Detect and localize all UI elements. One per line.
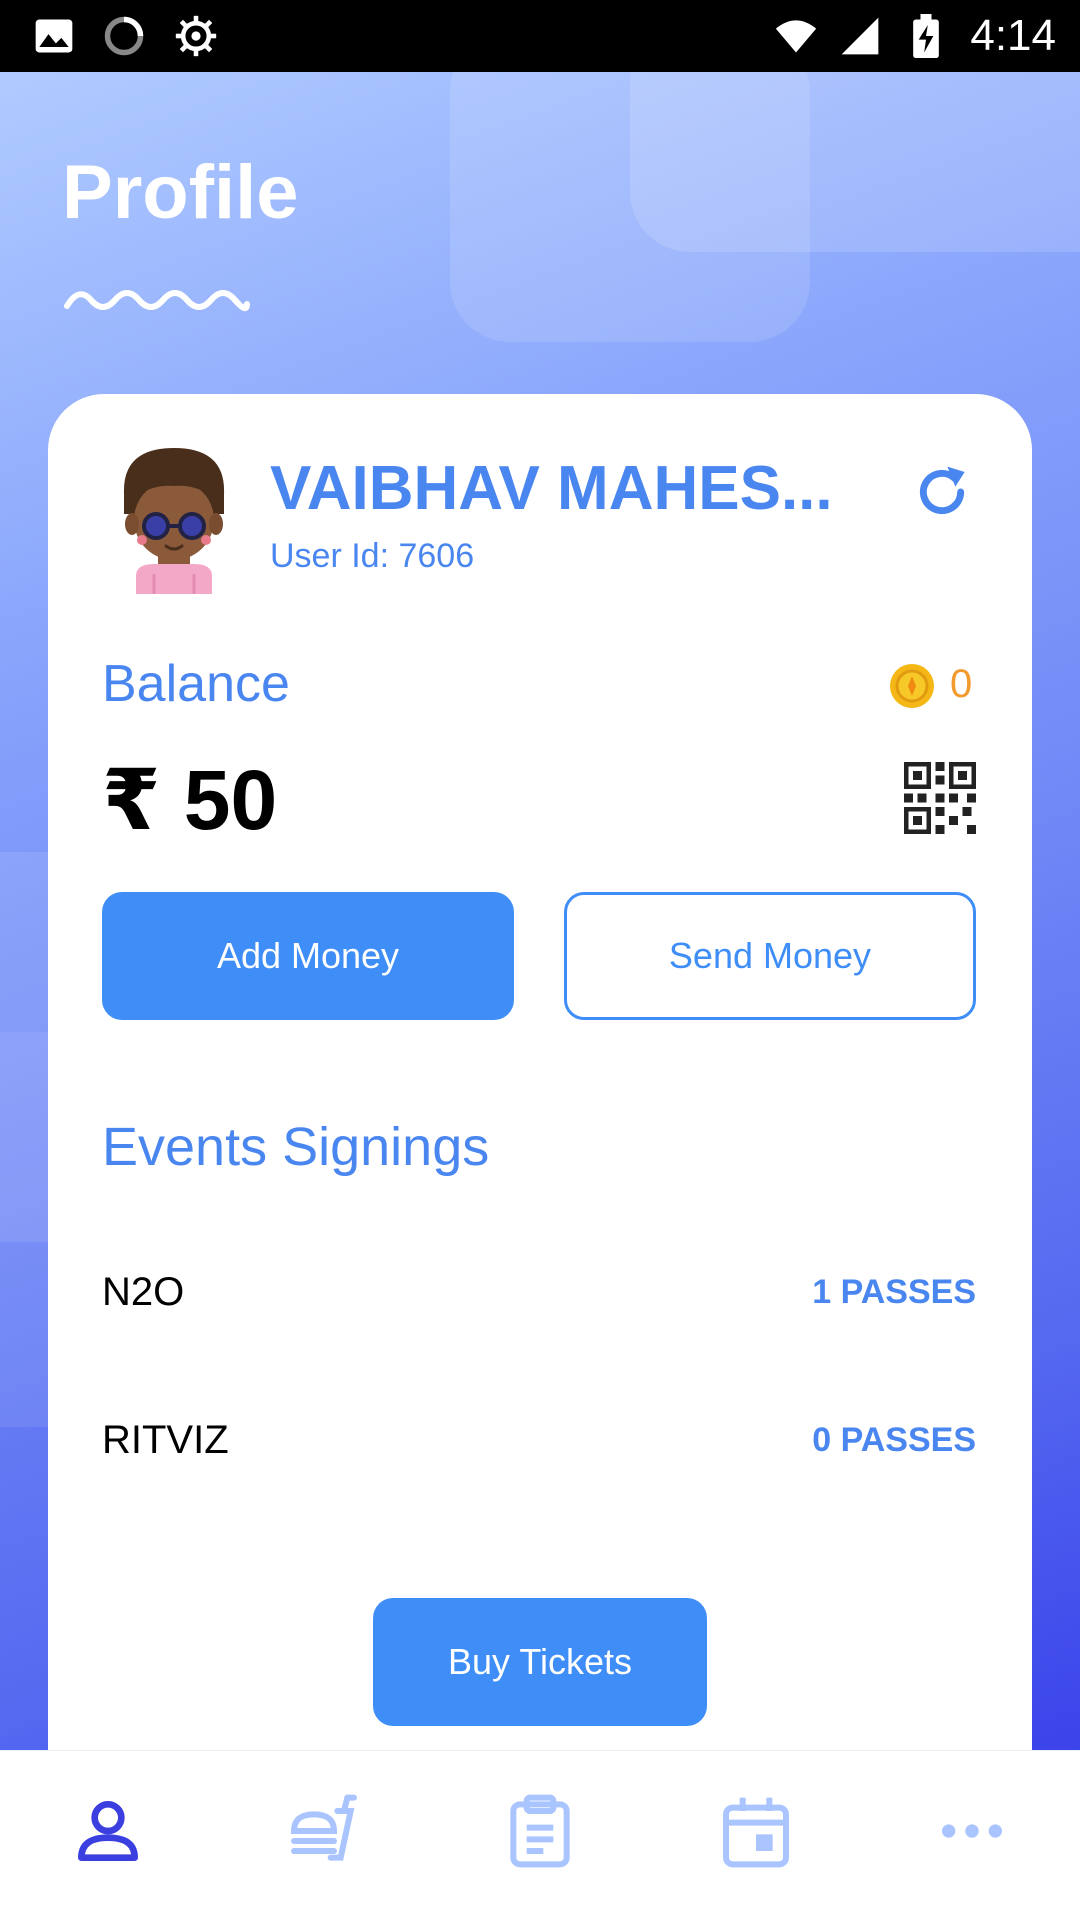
buy-tickets-button[interactable]: Buy Tickets — [373, 1598, 707, 1726]
profile-card: VAIBHAV MAHES... User Id: 7606 Balance 0… — [48, 394, 1032, 1750]
refresh-icon[interactable] — [910, 460, 974, 524]
bottom-nav — [0, 1750, 1080, 1920]
events-title: Events Signings — [102, 1117, 490, 1177]
nav-item-orders[interactable] — [500, 1791, 580, 1871]
nav-item-profile[interactable] — [68, 1791, 148, 1871]
event-passes: 0 PASSES — [812, 1421, 976, 1459]
qr-code-icon[interactable] — [904, 762, 976, 834]
event-name: N2O — [102, 1270, 185, 1314]
event-passes: 1 PASSES — [812, 1273, 976, 1311]
page-title: Profile — [62, 150, 299, 235]
status-bar: 4:14 — [0, 0, 1080, 72]
user-id: User Id: 7606 — [270, 537, 475, 575]
battery-charging-icon — [913, 14, 939, 58]
coin-icon — [890, 664, 934, 708]
coin-count: 0 — [950, 662, 973, 706]
send-money-button[interactable]: Send Money — [564, 892, 976, 1020]
wave-decoration-icon — [64, 290, 250, 312]
event-row-ritviz[interactable]: RITVIZ 0 PASSES — [102, 1400, 976, 1480]
loading-icon — [104, 16, 144, 56]
calendar-icon — [723, 1797, 789, 1868]
signal-icon — [841, 17, 879, 55]
food-icon — [290, 1794, 357, 1861]
wifi-icon — [775, 20, 817, 53]
avatar — [123, 448, 225, 594]
clipboard-icon — [510, 1794, 570, 1868]
nav-item-more[interactable] — [932, 1791, 1012, 1871]
usb-debug-icon — [175, 15, 217, 57]
decorative-strip — [0, 1032, 48, 1242]
image-icon — [35, 19, 73, 53]
balance-label: Balance — [102, 655, 290, 713]
event-name: RITVIZ — [102, 1418, 229, 1462]
nav-item-food[interactable] — [284, 1791, 364, 1871]
user-name: VAIBHAV MAHES... — [270, 454, 833, 523]
status-time: 4:14 — [970, 11, 1056, 60]
profile-icon — [78, 1801, 139, 1861]
balance-amount: ₹ 50 — [102, 753, 278, 847]
more-icon — [942, 1824, 1002, 1838]
decorative-strip — [0, 1242, 48, 1427]
decorative-strip — [0, 852, 48, 1032]
nav-item-calendar[interactable] — [716, 1791, 796, 1871]
add-money-button[interactable]: Add Money — [102, 892, 514, 1020]
decorative-shape — [630, 72, 1080, 252]
event-row-n2o[interactable]: N2O 1 PASSES — [102, 1252, 976, 1332]
